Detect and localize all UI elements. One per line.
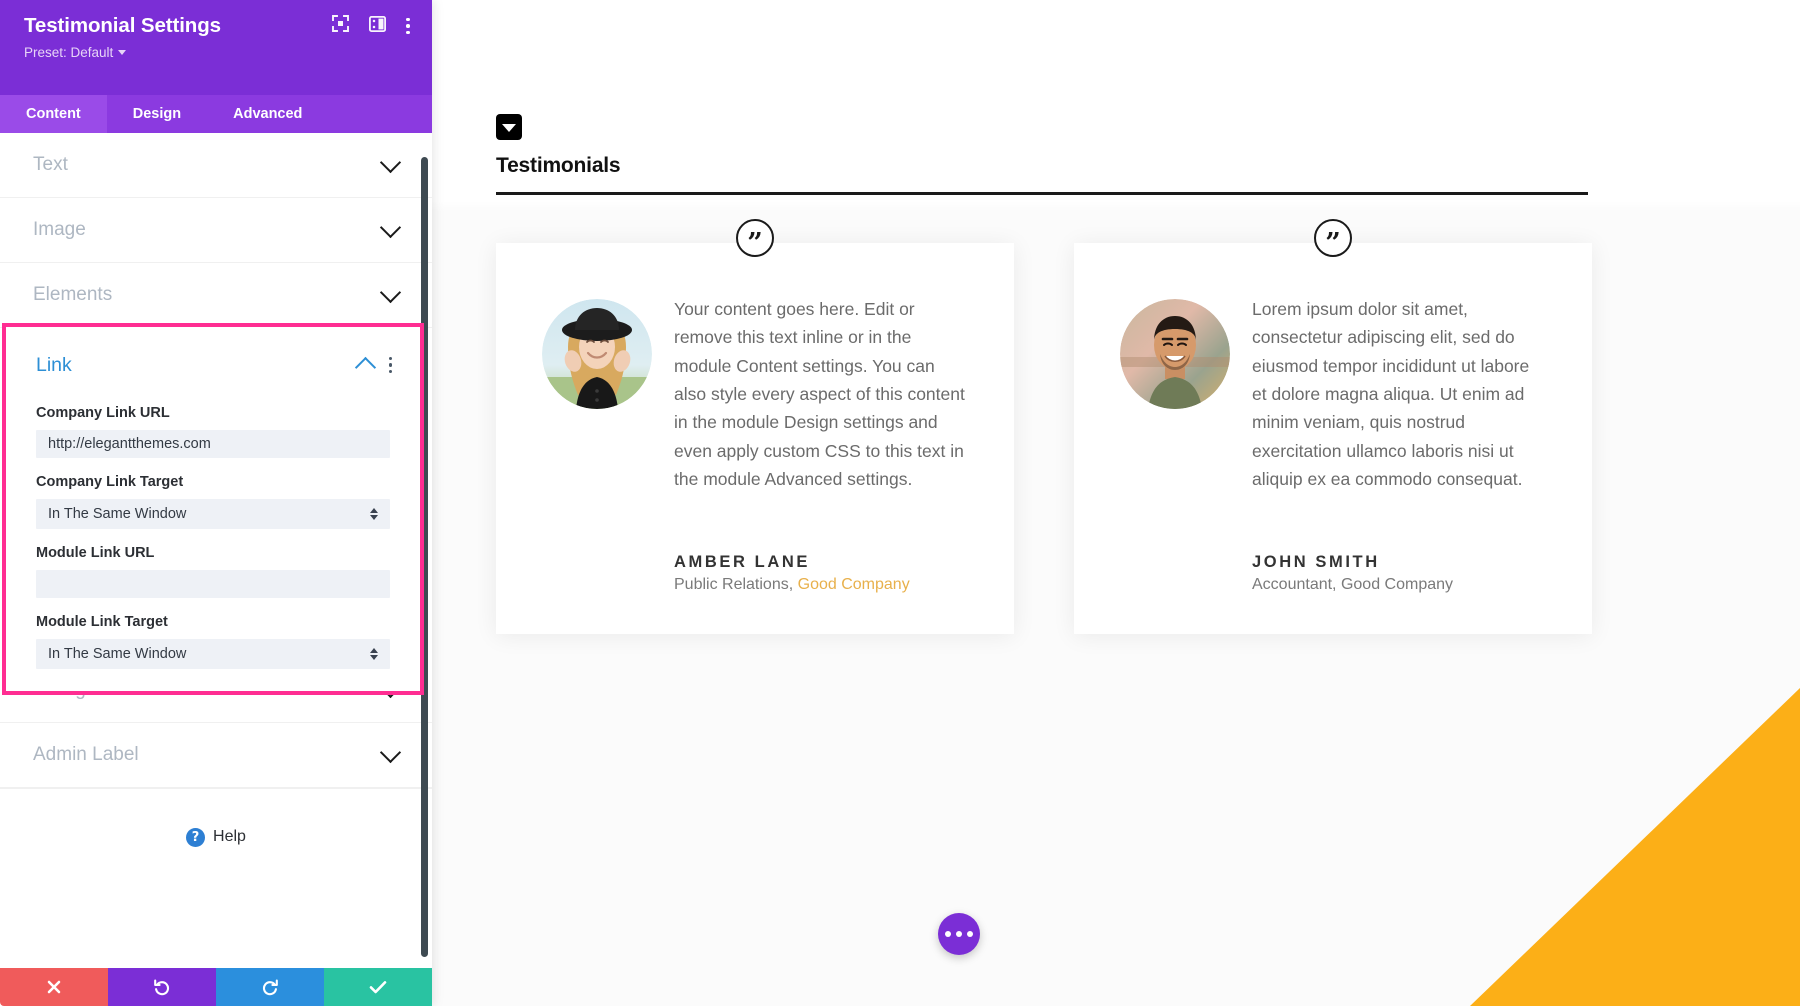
save-button[interactable] xyxy=(324,968,432,1006)
undo-arrow-icon xyxy=(154,979,170,996)
company-name: Good Company xyxy=(1340,576,1454,594)
testimonial-card[interactable]: ” xyxy=(1074,219,1592,635)
preset-selector[interactable]: Preset: Default xyxy=(24,45,127,60)
field-company-link-target: Company Link Target In The Same Window xyxy=(6,474,420,529)
chevron-down-icon xyxy=(379,741,402,764)
close-x-icon xyxy=(47,980,61,994)
section-header: Testimonials xyxy=(496,114,1588,195)
app-canvas: Testimonials ” Your content goes here. E… xyxy=(0,0,1800,1006)
accordion-text[interactable]: Text xyxy=(0,133,432,198)
field-label: Module Link Target xyxy=(36,614,168,630)
field-label: Module Link URL xyxy=(36,545,155,561)
tab-advanced[interactable]: Advanced xyxy=(207,95,328,133)
quote-mark-icon: ” xyxy=(736,219,774,257)
accordion-label: Elements xyxy=(33,284,113,305)
question-mark-icon: ? xyxy=(186,827,206,847)
author-name: AMBER LANE xyxy=(674,553,810,572)
company-link-url-input[interactable] xyxy=(36,430,390,458)
avatar xyxy=(542,299,652,409)
author-name: JOHN SMITH xyxy=(1252,553,1380,572)
section-title: Testimonials xyxy=(496,154,621,177)
author-role-prefix: Public Relations, xyxy=(674,576,798,594)
link-settings-group: Link Company Link URL Company Link Targe… xyxy=(2,323,424,695)
focus-target-icon[interactable] xyxy=(332,15,350,37)
help-zone: ? Help xyxy=(0,788,432,885)
ellipsis-icon[interactable] xyxy=(938,913,980,955)
redo-arrow-icon xyxy=(262,979,278,996)
module-link-target-select[interactable]: In The Same Window xyxy=(36,639,390,669)
link-group-header[interactable]: Link xyxy=(6,341,420,389)
checkmark-icon xyxy=(369,981,387,994)
page-title: Testimonial Settings xyxy=(24,14,221,37)
tab-design[interactable]: Design xyxy=(107,95,207,133)
settings-panel: Testimonial Settings Preset: Default Con… xyxy=(0,0,432,1006)
accordion-label: Text xyxy=(33,154,68,175)
accordion-label: Admin Label xyxy=(33,744,139,765)
testimonial-card-list: ” Your content goes here. Edit or remove… xyxy=(496,219,1592,635)
field-company-link-url: Company Link URL xyxy=(6,405,420,458)
avatar-column xyxy=(1120,295,1248,493)
chevron-down-icon xyxy=(379,151,402,174)
accordion-image[interactable]: Image xyxy=(0,198,432,263)
author-role: Accountant, Good Company xyxy=(1252,576,1544,594)
section-divider xyxy=(496,192,1588,195)
module-link-url-input[interactable] xyxy=(36,570,390,598)
field-label: Company Link Target xyxy=(36,474,184,490)
panel-action-bar xyxy=(0,968,432,1006)
field-label: Company Link URL xyxy=(36,405,170,421)
kebab-menu-icon[interactable] xyxy=(388,357,392,373)
chevron-down-icon xyxy=(379,281,402,304)
help-button[interactable]: ? Help xyxy=(186,827,246,847)
triangle-down-icon[interactable] xyxy=(496,114,522,140)
panel-header-icons xyxy=(332,15,410,37)
testimonial-author-block: AMBER LANE Public Relations, Good Compan… xyxy=(542,553,966,594)
panel-tabs: Content Design Advanced xyxy=(0,95,432,133)
kebab-menu-icon[interactable] xyxy=(406,17,410,35)
panel-layout-icon[interactable] xyxy=(369,15,387,37)
accordion-elements[interactable]: Elements xyxy=(0,263,432,328)
accordion-admin-label[interactable]: Admin Label xyxy=(0,723,432,788)
quote-column: Lorem ipsum dolor sit amet, consectetur … xyxy=(1248,295,1544,493)
testimonial-card[interactable]: ” xyxy=(496,219,1014,635)
author-role-prefix: Accountant, xyxy=(1252,576,1341,594)
panel-header: Testimonial Settings Preset: Default xyxy=(0,0,432,95)
testimonial-quote: Your content goes here. Edit or remove t… xyxy=(674,299,965,490)
chevron-down-icon xyxy=(118,50,127,55)
field-module-link-url: Module Link URL xyxy=(6,545,420,598)
redo-button[interactable] xyxy=(216,968,324,1006)
undo-button[interactable] xyxy=(108,968,216,1006)
field-module-link-target: Module Link Target In The Same Window xyxy=(6,614,420,669)
author-role: Public Relations, Good Company xyxy=(674,576,966,594)
accordion-label: Image xyxy=(33,219,86,240)
quote-mark-icon: ” xyxy=(1314,219,1352,257)
preset-label: Preset: Default xyxy=(24,45,114,60)
quote-column: Your content goes here. Edit or remove t… xyxy=(670,295,966,493)
link-group-title: Link xyxy=(36,353,72,376)
cancel-button[interactable] xyxy=(0,968,108,1006)
avatar xyxy=(1120,299,1230,409)
company-link-target-select[interactable]: In The Same Window xyxy=(36,499,390,529)
chevron-down-icon xyxy=(379,216,402,239)
chevron-up-icon[interactable] xyxy=(354,356,376,378)
company-link[interactable]: Good Company xyxy=(798,576,910,593)
tab-content[interactable]: Content xyxy=(0,95,107,133)
testimonial-author-block: JOHN SMITH Accountant, Good Company xyxy=(1120,553,1544,594)
help-label: Help xyxy=(213,828,246,845)
testimonial-quote: Lorem ipsum dolor sit amet, consectetur … xyxy=(1252,299,1530,490)
panel-scroll-area: Text Image Elements Background Admin Lab… xyxy=(0,133,432,976)
avatar-column xyxy=(542,295,670,493)
page-preview: Testimonials ” Your content goes here. E… xyxy=(432,0,1800,1006)
